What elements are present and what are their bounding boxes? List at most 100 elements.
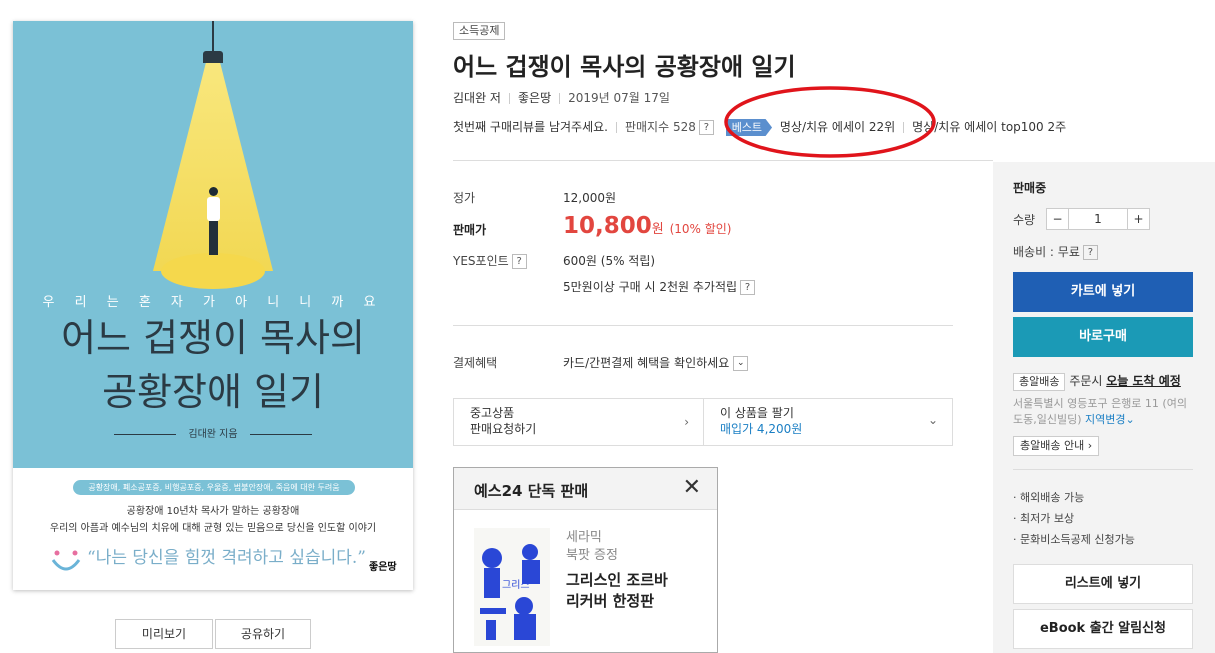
- svg-text:그리스: 그리스: [502, 579, 530, 591]
- minus-icon[interactable]: −: [1047, 209, 1069, 229]
- add-to-cart-button[interactable]: 카트에 넣기: [1013, 272, 1193, 312]
- sale-price-value: 10,800: [563, 213, 652, 239]
- product-title: 어느 겁쟁이 목사의 공황장애 일기: [453, 53, 796, 81]
- preview-button[interactable]: 미리보기: [115, 619, 213, 649]
- help-icon[interactable]: ?: [698, 120, 714, 135]
- used-product-box: 중고상품 판매요청하기 › 이 상품을 팔기 매입가 4,200원 ⌄: [453, 398, 953, 446]
- share-button[interactable]: 공유하기: [215, 619, 311, 649]
- author-link[interactable]: 김대완 저: [453, 91, 501, 105]
- used-label: 중고상품: [470, 406, 515, 420]
- publish-date: 2019년 07월 17일: [568, 91, 670, 105]
- change-region-link[interactable]: 지역변경: [1085, 413, 1125, 426]
- exclusive-subtitle: 북팟 증정: [566, 548, 618, 563]
- list-price-value: 12,000원: [563, 191, 617, 205]
- points-extra-text: 5만원이상 구매 시 2천원 추가적립: [563, 280, 738, 294]
- cover-author: 김대완 지음: [13, 425, 413, 440]
- delivery-info-label: 총알배송 안내: [1020, 439, 1085, 452]
- points-label-text: YES포인트: [453, 254, 509, 268]
- delivery-text: 주문시: [1069, 374, 1107, 388]
- service-list: · 해외배송 가능 · 최저가 보상 · 문화비소득공제 신청가능: [1013, 487, 1135, 550]
- sell-label: 이 상품을 팔기: [720, 406, 794, 420]
- spotlight: [161, 253, 265, 289]
- divider: [453, 160, 993, 161]
- annotation-circle: [724, 86, 936, 158]
- smile-icon: [51, 548, 81, 578]
- lamp-wire: [212, 21, 214, 55]
- chevron-down-icon[interactable]: ⌄: [733, 356, 749, 371]
- points-value: 600원 (5% 적립): [563, 254, 656, 268]
- product-meta: 김대완 저 좋은땅 2019년 07월 17일: [453, 89, 670, 106]
- chevron-down-icon: ⌄: [1125, 413, 1135, 426]
- exclusive-name-line1: 그리스인 조르바: [566, 571, 668, 589]
- cover-blurb-line2: 우리의 아픔과 예수님의 치유에 대해 균형 있는 믿음으로 당신을 인도할 이…: [49, 523, 377, 534]
- quantity-input[interactable]: 1: [1069, 209, 1127, 229]
- person-legs: [209, 221, 218, 255]
- exclusive-header: 예스24 단독 판매: [454, 468, 717, 510]
- cover-quote: “나는 당신을 힘껏 격려하고 싶습니다.”: [87, 548, 367, 568]
- shipping-fee-text: 배송비 : 무료: [1013, 245, 1080, 259]
- delivery-estimate: 총알배송 주문시 오늘 도착 예정: [1013, 372, 1181, 391]
- exclusive-brand: 세라믹: [566, 530, 602, 545]
- discount-rate: (10% 할인): [669, 222, 732, 236]
- review-link[interactable]: 첫번째 구매리뷰를 남겨주세요.: [453, 120, 608, 134]
- cover-title-line2: 공황장애 일기: [102, 370, 324, 414]
- lamp-icon: [203, 51, 223, 63]
- exclusive-title: 예스24 단독 판매: [474, 482, 589, 500]
- product-thumbnail[interactable]: 그리스: [474, 528, 550, 646]
- delivery-address: 서울특별시 영등포구 은행로 11 (여의도동,일신빌딩) 지역변경⌄: [1013, 396, 1193, 428]
- person-figure: [209, 187, 218, 196]
- add-to-list-button[interactable]: 리스트에 넣기: [1013, 564, 1193, 604]
- overseas-shipping: 해외배송 가능: [1020, 491, 1085, 504]
- service-item: · 문화비소득공제 신청가능: [1013, 533, 1135, 546]
- payment-benefit[interactable]: 카드/간편결제 혜택을 확인하세요 ⌄: [563, 354, 749, 371]
- qty-label: 수량: [1013, 213, 1036, 227]
- tax-deduction-badge: 소득공제: [453, 22, 506, 40]
- person-body: [207, 197, 220, 221]
- exclusive-name-line2: 리커버 한정판: [566, 592, 655, 610]
- points-label: YES포인트?: [453, 252, 527, 269]
- buyback-price: 매입가 4,200원: [720, 422, 803, 436]
- delivery-info-button[interactable]: 총알배송 안내 ›: [1013, 436, 1100, 456]
- divider: [1013, 469, 1193, 470]
- publisher-link[interactable]: 좋은땅: [518, 91, 551, 105]
- cover-title-line1: 어느 겁쟁이 목사의: [61, 316, 365, 360]
- sale-price-unit: 원: [651, 222, 664, 237]
- lowest-price-guarantee: 최저가 보상: [1020, 512, 1075, 525]
- payment-benefit-text: 카드/간편결제 혜택을 확인하세요: [563, 356, 730, 370]
- payment-label: 결제혜택: [453, 356, 498, 370]
- sale-price: 10,800원 (10% 할인): [563, 213, 732, 239]
- cover-blurb-line1: 공황장애 10년차 목사가 말하는 공황장애: [126, 506, 300, 517]
- cover-tags: 공황장애, 폐소공포증, 비행공포증, 우울증, 범불안장애, 죽음에 대한 두…: [73, 480, 355, 495]
- buy-now-button[interactable]: 바로구매: [1013, 317, 1193, 357]
- divider: [453, 325, 953, 326]
- help-icon[interactable]: ?: [740, 280, 756, 295]
- service-item: · 해외배송 가능: [1013, 491, 1085, 504]
- express-delivery-badge: 총알배송: [1013, 373, 1066, 391]
- chevron-right-icon: ›: [684, 415, 689, 429]
- shipping-fee: 배송비 : 무료?: [1013, 243, 1098, 260]
- service-item: · 최저가 보상: [1013, 512, 1075, 525]
- close-icon[interactable]: ✕: [683, 477, 701, 499]
- cover-subtitle: 우 리 는 혼 자 가 아 니 니 까 요: [42, 295, 384, 310]
- plus-icon[interactable]: +: [1127, 209, 1149, 229]
- points-extra: 5만원이상 구매 시 2천원 추가적립?: [563, 278, 756, 295]
- help-icon[interactable]: ?: [511, 254, 527, 269]
- chevron-down-icon: ⌄: [927, 413, 938, 427]
- sales-index: 판매지수 528: [624, 120, 696, 134]
- sell-this-product[interactable]: 이 상품을 팔기 매입가 4,200원 ⌄: [704, 399, 952, 445]
- exclusive-product-name[interactable]: 그리스인 조르바 리커버 한정판: [566, 570, 668, 612]
- cover-blurb: 공황장애 10년차 목사가 말하는 공황장애 우리의 아픔과 예수님의 치유에 …: [13, 501, 413, 536]
- book-cover[interactable]: 우 리 는 혼 자 가 아 니 니 까 요 어느 겁쟁이 목사의 공황장애 일기…: [13, 21, 413, 590]
- cover-title: 어느 겁쟁이 목사의 공황장애 일기: [13, 311, 413, 419]
- list-price-label: 정가: [453, 191, 476, 205]
- help-icon[interactable]: ?: [1082, 245, 1098, 260]
- exclusive-box: 예스24 단독 판매 ✕ 그리스 세라믹 북팟 증정 그리스인 조르바 리커버 …: [453, 467, 718, 653]
- sale-price-label: 판매가: [453, 223, 487, 237]
- chevron-right-icon: ›: [1087, 439, 1093, 452]
- ebook-alert-button[interactable]: eBook 출간 알림신청: [1013, 609, 1193, 649]
- publisher-logo: 좋은땅: [369, 562, 397, 573]
- used-sell-request[interactable]: 중고상품 판매요청하기 ›: [454, 399, 704, 445]
- culture-deduction: 문화비소득공제 신청가능: [1020, 533, 1135, 546]
- sale-status: 판매중: [1013, 181, 1047, 195]
- delivery-today: 오늘 도착 예정: [1106, 374, 1181, 388]
